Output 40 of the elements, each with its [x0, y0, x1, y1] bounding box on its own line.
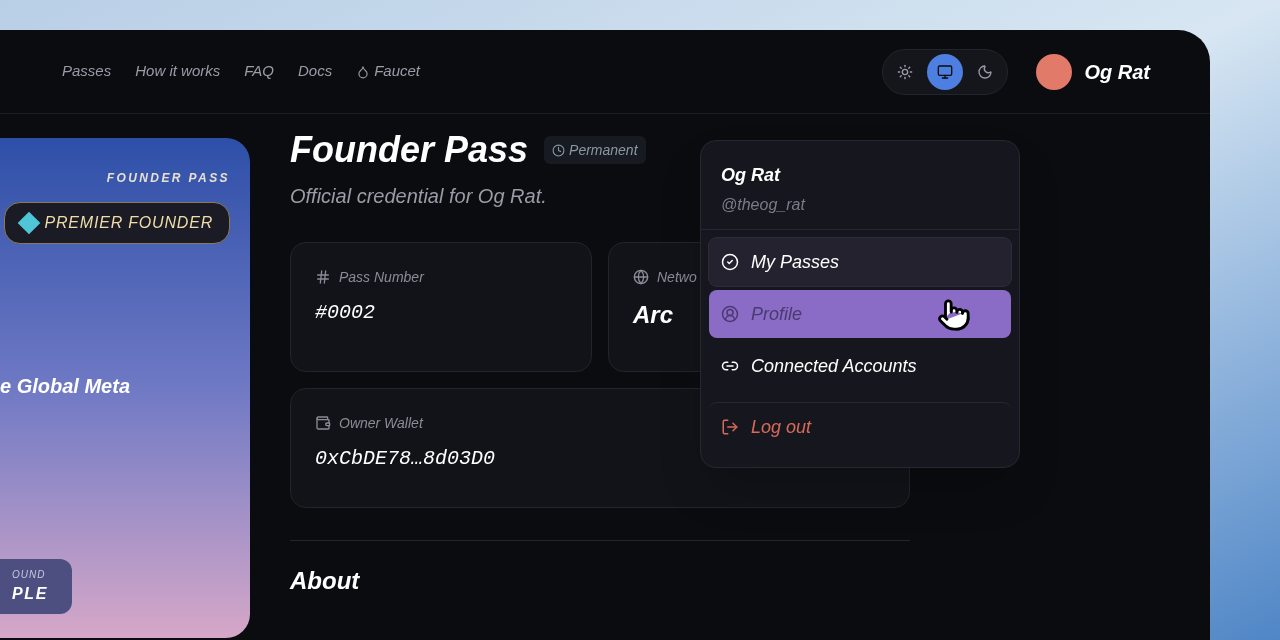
nav-link[interactable]: FAQ	[244, 60, 274, 83]
user-menu-button[interactable]: Og Rat	[1036, 53, 1150, 90]
menu-item[interactable]: Connected Accounts	[709, 342, 1011, 390]
moon-icon	[977, 63, 994, 80]
page-title: Founder Pass	[290, 130, 529, 170]
card-value: 0xCbDE78…8d03D0	[315, 446, 496, 472]
avatar	[1036, 53, 1073, 90]
pass-footer-value: PLE	[12, 584, 48, 604]
user-circle-icon	[721, 305, 739, 323]
menu-user-handle: @theog_rat	[721, 195, 807, 215]
hand-cursor-icon	[937, 298, 971, 332]
nav-link[interactable]: Passes	[62, 60, 112, 83]
pass-footer-label: OUND	[12, 568, 47, 582]
tier-label: PREMIER FOUNDER	[44, 213, 213, 233]
sun-icon	[897, 63, 914, 80]
wallet-icon	[315, 415, 331, 431]
monitor-icon	[937, 63, 954, 80]
card-label: Netwo	[657, 268, 697, 287]
pass-headline: e Global Meta	[0, 374, 131, 399]
check-circle-icon	[721, 253, 739, 271]
pass-eyebrow: FOUNDER PASS	[106, 170, 230, 186]
globe-icon	[633, 269, 649, 285]
nav-link[interactable]: How it works	[135, 60, 221, 83]
card-label: Owner Wallet	[339, 414, 423, 433]
card-value: Arc	[633, 300, 674, 330]
card-label: Pass Number	[339, 268, 424, 287]
section-heading: About	[290, 566, 361, 596]
menu-user-name: Og Rat	[721, 164, 782, 187]
menu-item[interactable]: Log out	[709, 402, 1011, 451]
logout-icon	[721, 418, 739, 436]
droplet-icon	[356, 64, 371, 79]
page-subtitle: Official credential for Og Rat.	[290, 184, 547, 209]
hash-icon	[315, 269, 331, 285]
nav-link[interactable]: Docs	[297, 60, 333, 83]
card-value: #0002	[315, 300, 375, 326]
clock-icon	[552, 143, 566, 157]
system-theme-button[interactable]	[927, 53, 964, 90]
status-badge: Permanent	[544, 136, 646, 164]
menu-item[interactable]: My Passes	[709, 238, 1011, 286]
nav-link[interactable]: Faucet	[356, 60, 420, 83]
